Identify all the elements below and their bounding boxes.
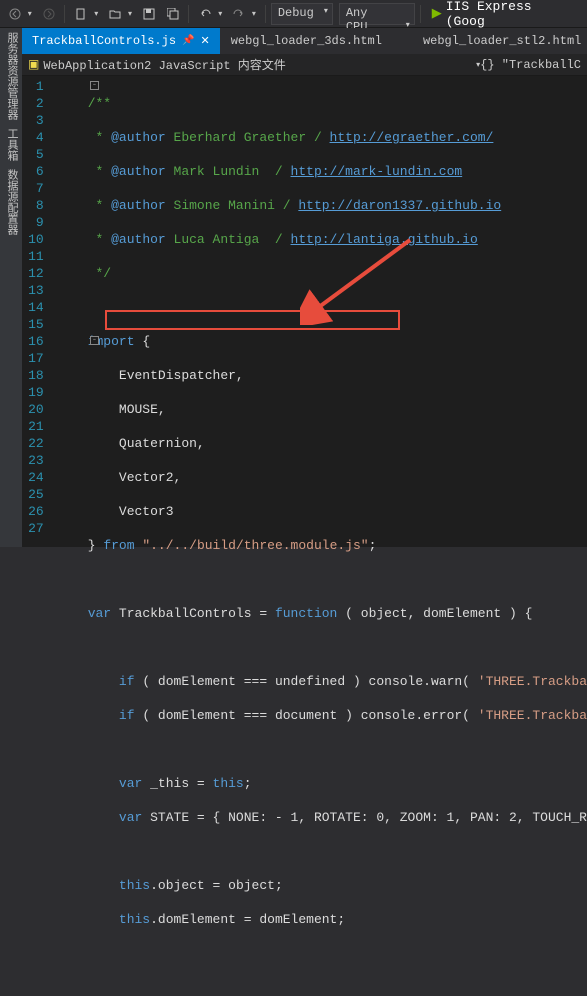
undo-dropdown[interactable]: ▾ — [218, 9, 226, 19]
context-left-dropdown[interactable]: ▣ WebApplication2 JavaScript 内容文件 ▾ — [28, 56, 480, 73]
redo-dropdown[interactable]: ▾ — [252, 9, 260, 19]
tab-trackball-controls[interactable]: TrackballControls.js 📌 ✕ — [22, 28, 220, 54]
redo-button[interactable] — [228, 3, 250, 25]
nav-forward-button[interactable] — [38, 3, 60, 25]
undo-button[interactable] — [194, 3, 216, 25]
sidebar-tab-toolbox[interactable]: 工具箱 — [3, 128, 19, 161]
fold-toggle[interactable]: - — [90, 336, 99, 345]
run-button[interactable]: ▶IIS Express (Goog — [426, 0, 583, 31]
tab-label: webgl_loader_3ds.html — [231, 34, 382, 48]
tab-webgl-stl2[interactable]: webgl_loader_stl2.html — [413, 28, 587, 54]
platform-select[interactable]: Any CPU ▾ — [339, 3, 415, 25]
main-toolbar: ▾ ▾ ▾ ▾ ▾ Debug ▾ Any CPU ▾ ▶IIS Express… — [0, 0, 587, 28]
context-bar: ▣ WebApplication2 JavaScript 内容文件 ▾ {} "… — [22, 54, 587, 76]
editor-tabs: TrackballControls.js 📌 ✕ webgl_loader_3d… — [22, 28, 587, 54]
line-number-gutter: 1234567891011121314151617181920212223242… — [22, 76, 62, 547]
fold-toggle[interactable]: - — [90, 81, 99, 90]
save-all-button[interactable] — [162, 3, 184, 25]
toolbar-separator — [265, 5, 266, 23]
left-sidebar: 服务器资源管理器 工具箱 数据源配置器 — [0, 28, 22, 547]
configuration-select[interactable]: Debug ▾ — [271, 3, 333, 25]
play-icon: ▶ — [432, 6, 442, 21]
open-file-button[interactable] — [104, 3, 126, 25]
toolbar-separator — [188, 5, 189, 23]
save-button[interactable] — [138, 3, 160, 25]
context-right-dropdown[interactable]: {} "TrackballC — [480, 58, 581, 72]
tab-label: TrackballControls.js — [32, 34, 176, 48]
code-area[interactable]: /** * @author Eberhard Graether / http:/… — [62, 76, 587, 547]
new-file-button[interactable] — [70, 3, 92, 25]
code-editor[interactable]: 1234567891011121314151617181920212223242… — [22, 76, 587, 547]
sidebar-tab-server-explorer[interactable]: 服务器资源管理器 — [3, 32, 19, 120]
new-file-dropdown[interactable]: ▾ — [94, 9, 102, 19]
toolbar-separator — [64, 5, 65, 23]
tab-label: webgl_loader_stl2.html — [423, 34, 581, 48]
open-file-dropdown[interactable]: ▾ — [128, 9, 136, 19]
sidebar-tab-data-sources[interactable]: 数据源配置器 — [3, 169, 19, 235]
nav-back-button[interactable] — [4, 3, 26, 25]
js-file-icon: ▣ — [28, 57, 39, 72]
close-icon[interactable]: ✕ — [200, 34, 209, 48]
tab-webgl-3ds[interactable]: webgl_loader_3ds.html — [221, 28, 392, 54]
toolbar-separator — [420, 5, 421, 23]
nav-back-dropdown[interactable]: ▾ — [28, 9, 36, 19]
pin-icon[interactable]: 📌 — [182, 35, 194, 47]
